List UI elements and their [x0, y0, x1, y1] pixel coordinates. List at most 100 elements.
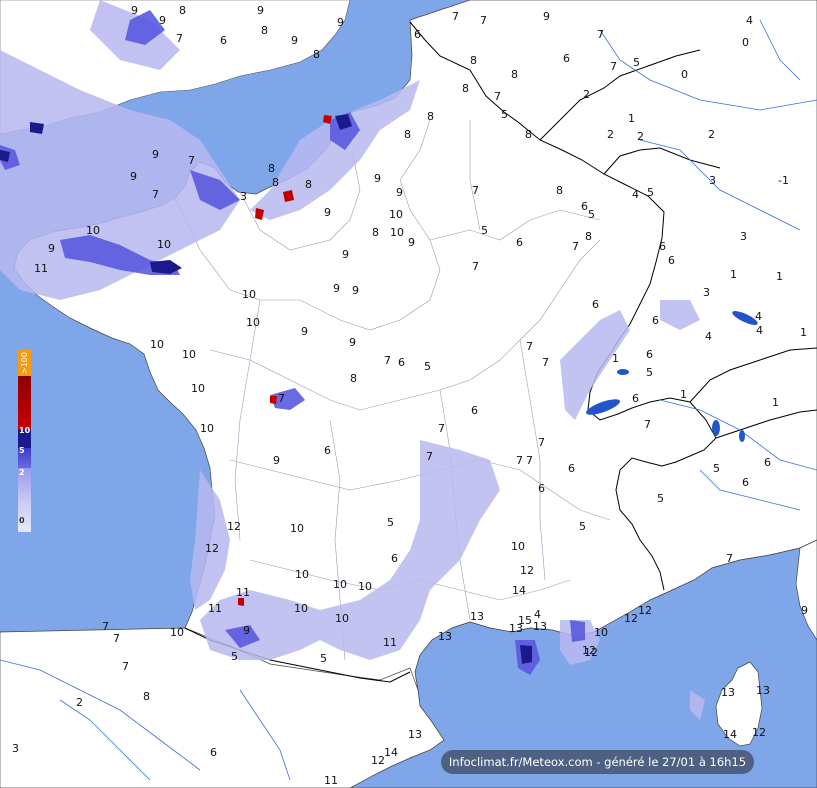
- temperature-value: 2: [607, 128, 614, 141]
- temperature-value: 3: [703, 286, 710, 299]
- temperature-value: 8: [268, 162, 275, 175]
- temperature-value: 7: [278, 392, 285, 405]
- temperature-value: 6: [632, 392, 639, 405]
- temperature-value: 12: [624, 612, 638, 625]
- temperature-value: 10: [294, 602, 308, 615]
- temperature-value: 12: [638, 604, 652, 617]
- temperature-value: 8: [272, 176, 279, 189]
- temperature-value: 10: [86, 224, 100, 237]
- temperature-value: 7: [572, 240, 579, 253]
- temperature-value: 7: [597, 28, 604, 41]
- temperature-value: 5: [501, 108, 508, 121]
- temperature-value: 8: [372, 226, 379, 239]
- temperature-value: 10: [295, 568, 309, 581]
- temperature-value: 2: [637, 130, 644, 143]
- temperature-value: 4: [755, 310, 762, 323]
- weather-map: 9989899768677974088876750258122288979788…: [0, 0, 817, 788]
- temperature-value: 12: [371, 754, 385, 767]
- temperature-value: 3: [12, 742, 19, 755]
- legend-color-bar: [18, 350, 31, 532]
- temperature-value: 9: [243, 624, 250, 637]
- temperature-value: 13: [438, 630, 452, 643]
- temperature-value: 12: [584, 646, 598, 659]
- temperature-value: 10: [191, 382, 205, 395]
- temperature-value: 8: [511, 68, 518, 81]
- temperature-value: 4: [632, 188, 639, 201]
- temperature-value: 10: [157, 238, 171, 251]
- temperature-value: 9: [801, 604, 808, 617]
- temperature-value: 6: [592, 298, 599, 311]
- temperature-value: 10: [390, 226, 404, 239]
- temperature-value: 8: [427, 110, 434, 123]
- temperature-value: 9: [396, 186, 403, 199]
- map-canvas: 998 98997 6867 7 9740888767 50258 12 2 28 89 79788…: [0, 0, 817, 788]
- temperature-value: -1: [778, 174, 789, 187]
- temperature-value: 7: [384, 354, 391, 367]
- temperature-value: 9: [408, 236, 415, 249]
- temperature-value: 6: [646, 348, 653, 361]
- legend-label-5: 5: [19, 446, 25, 455]
- temperature-value: 5: [646, 366, 653, 379]
- temperature-value: 9: [257, 4, 264, 17]
- temperature-value: 5: [588, 208, 595, 221]
- temperature-value: 1: [612, 352, 619, 365]
- temperature-value: 6: [414, 28, 421, 41]
- temperature-value: 10: [246, 316, 260, 329]
- temperature-value: 10: [170, 626, 184, 639]
- temperature-value: 14: [384, 746, 398, 759]
- temperature-value: 9: [291, 34, 298, 47]
- legend-label-0: 0: [19, 516, 25, 525]
- temperature-value: 5: [231, 650, 238, 663]
- temperature-value: 10: [182, 348, 196, 361]
- temperature-value: 9: [333, 282, 340, 295]
- temperature-value: 7: [102, 620, 109, 633]
- temperature-value: 8: [556, 184, 563, 197]
- temperature-value: 5: [633, 56, 640, 69]
- temperature-value: 7: [176, 32, 183, 45]
- temperature-value: 7: [644, 418, 651, 431]
- temperature-value: 9: [159, 14, 166, 27]
- temperature-value: 13: [533, 620, 547, 633]
- temperature-value: 6: [764, 456, 771, 469]
- temperature-value: 10: [511, 540, 525, 553]
- temperature-value: 10: [150, 338, 164, 351]
- temperature-value: 7: [438, 422, 445, 435]
- temperature-value: 5: [424, 360, 431, 373]
- temperature-value: 6: [659, 240, 666, 253]
- temperature-value: 4: [705, 330, 712, 343]
- temperature-value: 6: [398, 356, 405, 369]
- temperature-value: 7: [516, 454, 523, 467]
- temperature-value: 10: [200, 422, 214, 435]
- temperature-value: 12: [227, 520, 241, 533]
- temperature-value: 1: [680, 388, 687, 401]
- temperature-value: 12: [752, 726, 766, 739]
- temperature-value: 14: [723, 728, 737, 741]
- temperature-value: 8: [525, 128, 532, 141]
- temperature-value: 10: [242, 288, 256, 301]
- temperature-value: 6: [568, 462, 575, 475]
- temperature-value: 8: [350, 372, 357, 385]
- temperature-value: 6: [210, 746, 217, 759]
- temperature-value: 10: [389, 208, 403, 221]
- temperature-value: 10: [335, 612, 349, 625]
- temperature-value: 10: [333, 578, 347, 591]
- temperature-value: 3: [240, 190, 247, 203]
- temperature-value: 9: [324, 206, 331, 219]
- temperature-value: 11: [208, 602, 222, 615]
- temperature-value: 7: [526, 454, 533, 467]
- temperature-value: 8: [305, 178, 312, 191]
- temperature-value: 9: [152, 148, 159, 161]
- temperature-value: 12: [205, 542, 219, 555]
- temperature-value: 0: [742, 36, 749, 49]
- temperature-value: 9: [48, 242, 55, 255]
- temperature-value: 7: [122, 660, 129, 673]
- temperature-value: 8: [470, 54, 477, 67]
- temperature-value: 9: [543, 10, 550, 23]
- temperature-value: 9: [374, 172, 381, 185]
- temperature-value: 7: [188, 154, 195, 167]
- temperature-value: 13: [721, 686, 735, 699]
- temperature-value: 5: [647, 186, 654, 199]
- temperature-value: 2: [76, 696, 83, 709]
- temperature-value: 2: [583, 88, 590, 101]
- temperature-value: 8: [585, 230, 592, 243]
